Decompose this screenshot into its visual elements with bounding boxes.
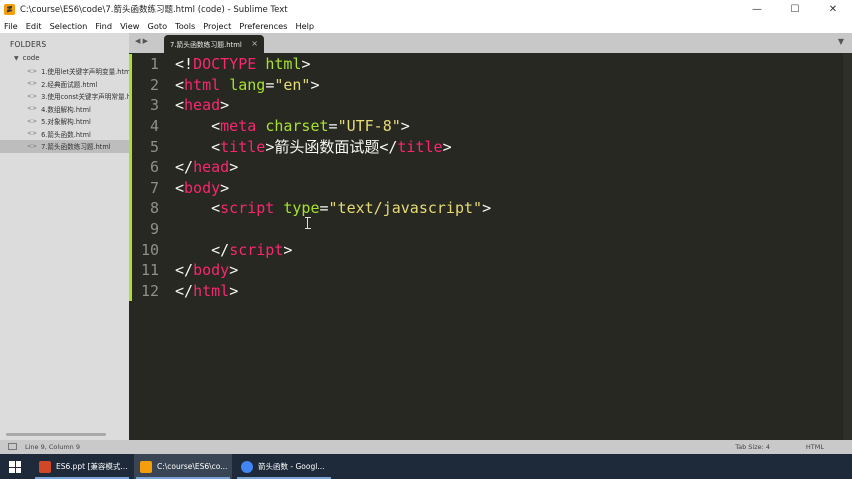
file-tag-icon: <>	[27, 80, 38, 88]
folder-expand-icon[interactable]: ▼	[14, 55, 19, 62]
taskbar-item-sublime[interactable]: C:\course\ES6\co...	[134, 454, 232, 479]
sublime-app-icon	[4, 3, 15, 15]
tab-close-icon[interactable]: ×	[251, 39, 258, 48]
close-button[interactable]: ✕	[814, 0, 852, 18]
code-lines: 1 <!DOCTYPE html> 2 <html lang="en"> 3 <head>…	[129, 54, 491, 301]
line-code: </head>	[175, 158, 239, 177]
line-number: 6	[149, 158, 159, 177]
minimize-button[interactable]: —	[738, 0, 776, 18]
line-number: 7	[149, 178, 159, 197]
line-number: 12	[140, 281, 159, 300]
line-number: 2	[149, 75, 159, 94]
file-tag-icon: <>	[27, 105, 38, 113]
folder-label: code	[22, 54, 40, 62]
line-code: <meta charset="UTF-8">	[175, 117, 410, 136]
code-line[interactable]: 5 <title>箭头函数面试题</title>	[129, 136, 491, 157]
window-title: C:\course\ES6\code\7.箭头函数练习题.html (code)…	[20, 5, 288, 15]
menu-tools[interactable]: Tools	[175, 21, 195, 31]
maximize-button[interactable]: ☐	[776, 0, 814, 18]
sidebar-file-item-active[interactable]: <> 7.箭头函数练习题.html	[0, 140, 129, 153]
line-code: </html>	[175, 281, 239, 300]
sidebar-file-item[interactable]: <> 1.使用let关键字声明变量.html	[0, 65, 129, 78]
panel-toggle-icon[interactable]	[8, 443, 17, 450]
mouse-ibeam-cursor	[305, 217, 313, 229]
line-number: 10	[140, 240, 159, 259]
menu-goto[interactable]: Goto	[148, 21, 168, 31]
file-tag-icon: <>	[27, 92, 38, 100]
menu-selection[interactable]: Selection	[50, 21, 88, 31]
tab-size[interactable]: Tab Size: 4	[735, 443, 770, 451]
sidebar: FOLDERS ▼ code <> 1.使用let关键字声明变量.html <> 2…	[0, 33, 129, 440]
folder-code[interactable]: ▼ code	[14, 54, 40, 62]
sidebar-file-item[interactable]: <> 4.数组解构.html	[0, 103, 129, 116]
sublime-icon	[140, 460, 152, 473]
line-number: 8	[149, 199, 159, 218]
menu-file[interactable]: File	[4, 21, 18, 31]
windows-taskbar: ES6.ppt [兼容模式... C:\course\ES6\co... 箭头函…	[0, 454, 852, 479]
tab-bar: ◀ ▶ 7.箭头函数练习题.html × ▼	[129, 33, 852, 53]
code-line[interactable]: 4 <meta charset="UTF-8">	[129, 116, 491, 137]
line-code: </script>	[175, 240, 293, 259]
line-number: 11	[140, 261, 159, 280]
menu-bar: File Edit Selection Find View Goto Tools…	[0, 18, 852, 33]
file-tag-icon: <>	[27, 117, 38, 125]
syntax-mode[interactable]: HTML	[806, 443, 824, 451]
chrome-icon	[241, 460, 253, 473]
sidebar-file-item[interactable]: <> 6.箭头函数.html	[0, 128, 129, 141]
file-tag-icon: <>	[27, 142, 38, 150]
code-line[interactable]: 8 <script type="text/javascript">	[129, 198, 491, 219]
powerpoint-icon	[39, 460, 51, 473]
line-code: <script type="text/javascript">	[175, 199, 492, 218]
status-bar: Line 9, Column 9 Tab Size: 4 HTML	[0, 440, 852, 454]
line-number: 5	[149, 137, 159, 156]
menu-view[interactable]: View	[120, 21, 139, 31]
menu-project[interactable]: Project	[203, 21, 231, 31]
line-code: <title>箭头函数面试题</title>	[175, 138, 452, 157]
menu-help[interactable]: Help	[295, 21, 314, 31]
line-code: <head>	[175, 96, 230, 115]
code-line[interactable]: 11 </body>	[129, 260, 491, 281]
code-line[interactable]: 10 </script>	[129, 239, 491, 260]
line-number: 1	[149, 55, 159, 74]
tab-dropdown-icon[interactable]: ▼	[838, 37, 844, 46]
code-editor[interactable]: 1 <!DOCTYPE html> 2 <html lang="en"> 3 <head>…	[129, 53, 852, 440]
tab-nav-arrows[interactable]: ◀ ▶	[135, 37, 148, 45]
line-number: 3	[149, 96, 159, 115]
editor-vertical-scrollbar[interactable]	[843, 53, 852, 440]
cursor-position: Line 9, Column 9	[25, 443, 80, 451]
windows-start-icon[interactable]	[9, 461, 21, 473]
window-controls: — ☐ ✕	[738, 0, 852, 18]
sidebar-file-item[interactable]: <>3.使用const关键字声明常量.html	[0, 90, 129, 103]
code-line[interactable]: 3 <head>	[129, 95, 491, 116]
menu-find[interactable]: Find	[95, 21, 112, 31]
file-tag-icon: <>	[27, 130, 38, 138]
sidebar-file-item[interactable]: <> 5.对象解构.html	[0, 115, 129, 128]
folders-heading: FOLDERS	[10, 40, 47, 49]
line-code: <body>	[175, 178, 230, 197]
code-line[interactable]: 6 </head>	[129, 157, 491, 178]
sidebar-scrollbar[interactable]	[6, 433, 106, 436]
menu-edit[interactable]: Edit	[26, 21, 42, 31]
line-code: </body>	[175, 261, 239, 280]
taskbar-item-chrome[interactable]: 箭头函数 - Googl...	[235, 454, 333, 479]
menu-preferences[interactable]: Preferences	[239, 21, 287, 31]
sidebar-file-item[interactable]: <> 2.经典面试题.html	[0, 78, 129, 91]
file-tag-icon: <>	[27, 67, 38, 75]
code-line[interactable]: 7 <body>	[129, 178, 491, 199]
line-code: <!DOCTYPE html>	[175, 55, 311, 74]
line-code: <html lang="en">	[175, 75, 320, 94]
tab-label: 7.箭头函数练习题.html	[170, 41, 242, 49]
code-line[interactable]: 1 <!DOCTYPE html>	[129, 54, 491, 75]
line-number: 4	[149, 117, 159, 136]
taskbar-item-powerpoint[interactable]: ES6.ppt [兼容模式...	[33, 454, 131, 479]
title-bar: C:\course\ES6\code\7.箭头函数练习题.html (code)…	[0, 0, 852, 18]
code-line[interactable]: 12 </html>	[129, 281, 491, 302]
code-line[interactable]: 2 <html lang="en">	[129, 75, 491, 96]
tab-active-file[interactable]: 7.箭头函数练习题.html ×	[164, 35, 264, 53]
line-number: 9	[149, 220, 159, 239]
